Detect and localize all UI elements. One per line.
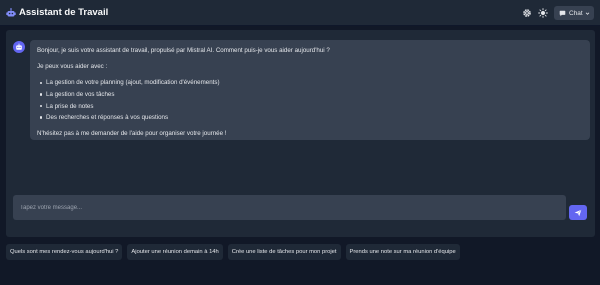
capabilities-list: La gestion de votre planning (ajout, mod… bbox=[37, 78, 583, 122]
list-item: La gestion de vos tâches bbox=[37, 90, 583, 99]
suggestion-chip[interactable]: Ajouter une réunion demain à 14h bbox=[127, 244, 223, 260]
sun-icon[interactable] bbox=[538, 8, 548, 18]
list-item: La prise de notes bbox=[37, 102, 583, 111]
chat-bubble-icon bbox=[559, 10, 566, 16]
paper-plane-icon bbox=[574, 209, 582, 216]
suggestion-chip[interactable]: Quels sont mes rendez-vous aujourd'hui ? bbox=[6, 244, 123, 260]
message-closing: N'hésitez pas à me demander de l'aide po… bbox=[37, 130, 227, 138]
message-input[interactable] bbox=[13, 195, 566, 220]
chat-panel: Bonjour, je suis votre assistant de trav… bbox=[6, 30, 595, 237]
suggestion-chips: Quels sont mes rendez-vous aujourd'hui ?… bbox=[6, 244, 460, 260]
robot-logo-icon bbox=[6, 8, 16, 17]
assistant-avatar bbox=[13, 41, 25, 53]
message-intro: Je peux vous aider avec : bbox=[37, 63, 108, 71]
app-title: Assistant de Travail bbox=[19, 7, 109, 18]
list-item: Des recherches et réponses à vos questio… bbox=[37, 113, 583, 122]
suggestion-chip[interactable]: Prends une note sur ma réunion d'équipe bbox=[345, 244, 460, 260]
app-header: Assistant de Travail Chat bbox=[0, 0, 600, 26]
gear-icon[interactable] bbox=[522, 8, 532, 18]
send-button[interactable] bbox=[569, 205, 587, 220]
chat-mode-button[interactable]: Chat bbox=[554, 6, 594, 20]
assistant-message: Bonjour, je suis votre assistant de trav… bbox=[30, 40, 590, 140]
chevron-down-icon bbox=[585, 11, 590, 15]
list-item: La gestion de votre planning (ajout, mod… bbox=[37, 78, 583, 87]
suggestion-chip[interactable]: Crée une liste de tâches pour mon projet bbox=[227, 244, 341, 260]
robot-icon bbox=[16, 43, 22, 50]
chat-mode-label: Chat bbox=[569, 9, 583, 17]
message-greeting: Bonjour, je suis votre assistant de trav… bbox=[37, 47, 330, 54]
